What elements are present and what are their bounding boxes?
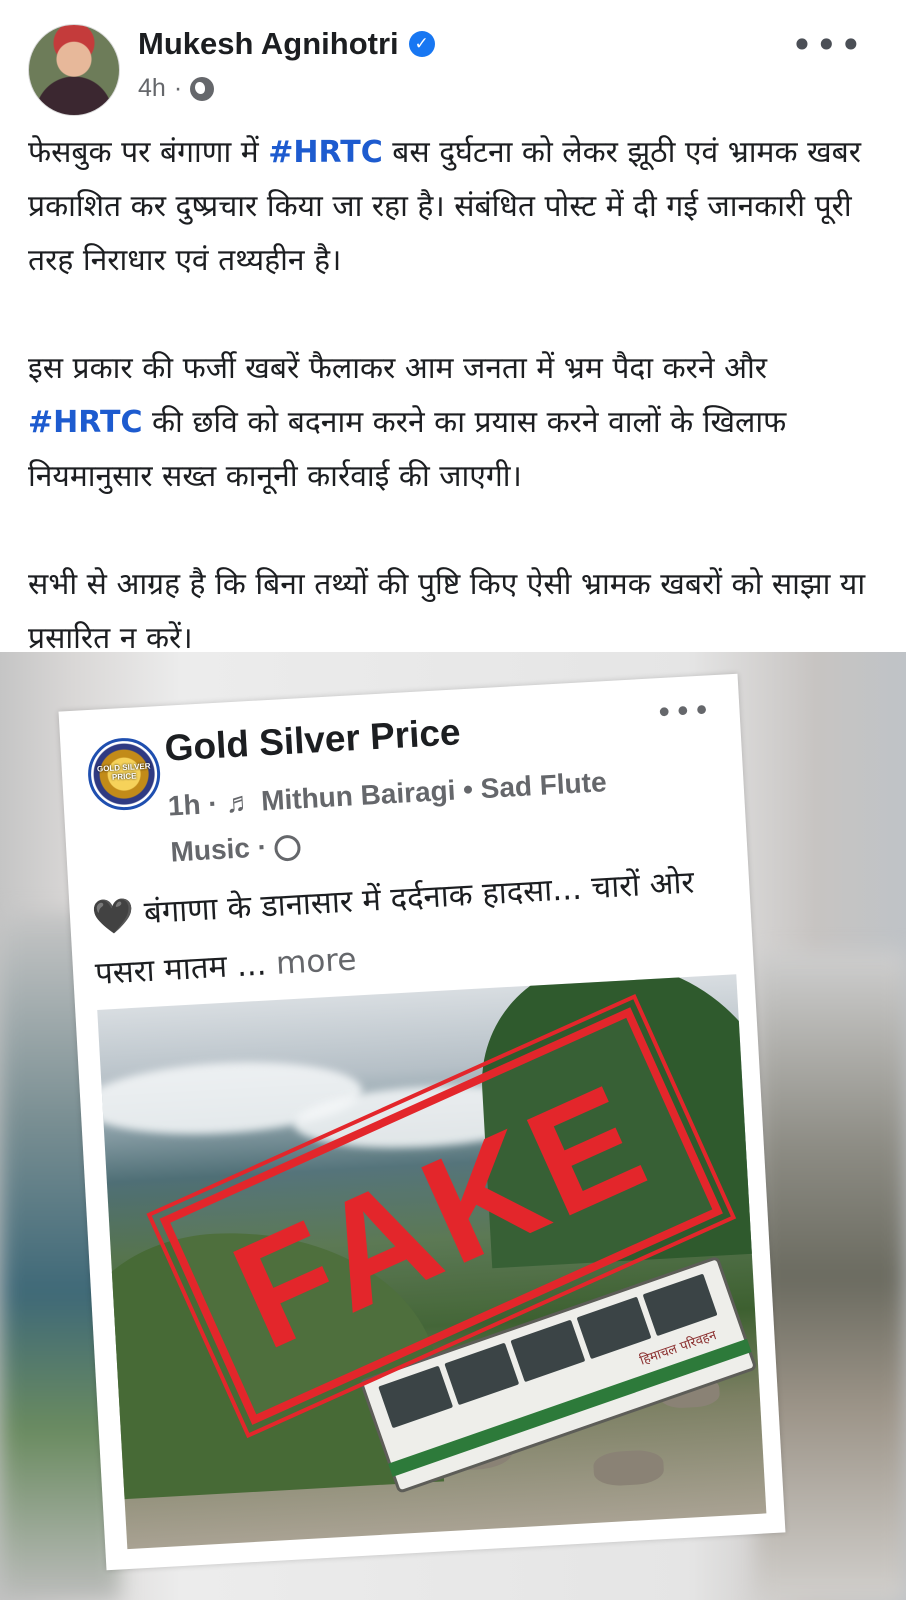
post-paragraph: इस प्रकार की फर्जी खबरें फैलाकर आम जनता … [28, 342, 878, 504]
shared-page-name: Gold Silver Price [163, 711, 462, 769]
post-text-segment: इस प्रकार की फर्जी खबरें फैलाकर आम जनता … [28, 351, 768, 386]
shared-post-text: 🖤 बंगाणा के डानासार में दर्दनाक हादसा...… [90, 854, 715, 1002]
post-text-segment: सभी से आग्रह है कि बिना तथ्यों की पुष्टि… [28, 567, 866, 656]
post-text-segment: की छवि को बदनाम करने का प्रयास करने वालो… [28, 405, 787, 494]
shared-post-screenshot: GOLD SILVER PRICE Gold Silver Price ••• … [58, 673, 786, 1571]
post-meta: 4h · [138, 74, 215, 103]
meta-separator: · [173, 74, 183, 102]
shared-post-time: 1h [167, 788, 202, 822]
shared-globe-icon [274, 833, 302, 862]
see-more-link: more [265, 940, 358, 982]
bus-accident-photo: हिमाचल परिवहन FAKE [97, 974, 767, 1550]
author-name[interactable]: Mukesh Agnihotri [138, 26, 399, 62]
gold-silver-price-logo: GOLD SILVER PRICE [86, 736, 163, 813]
shared-post-meta: 1h · ♬ Mithun Bairagi • Sad Flute Music … [167, 757, 641, 875]
hashtag-link[interactable]: #HRTC [268, 135, 382, 170]
post-text-segment: फेसबुक पर बंगाणा में [28, 135, 269, 170]
shared-more-icon: ••• [654, 693, 713, 732]
post-header: Mukesh Agnihotri ✓ 4h · ••• [0, 0, 906, 120]
post-image[interactable]: GOLD SILVER PRICE Gold Silver Price ••• … [0, 652, 906, 1600]
hashtag-link[interactable]: #HRTC [28, 405, 142, 440]
shared-caption: बंगाणा के डानासार में दर्दनाक हादसा... च… [94, 864, 695, 992]
black-heart-icon: 🖤 [90, 895, 136, 938]
public-globe-icon [190, 76, 215, 101]
post-paragraph: सभी से आग्रह है कि बिना तथ्यों की पुष्टि… [28, 558, 878, 666]
more-options-icon[interactable]: ••• [791, 26, 864, 64]
author-avatar[interactable] [28, 24, 120, 116]
post-paragraph: फेसबुक पर बंगाणा में #HRTC बस दुर्घटना क… [28, 126, 878, 288]
verified-badge-icon: ✓ [408, 31, 435, 57]
post-time[interactable]: 4h [138, 74, 166, 103]
author-row: Mukesh Agnihotri ✓ [138, 24, 435, 64]
logo-text: GOLD SILVER PRICE [96, 761, 151, 782]
post-text: फेसबुक पर बंगाणा में #HRTC बस दुर्घटना क… [28, 126, 878, 720]
rock [592, 1449, 665, 1487]
music-note-icon: · ♬ [207, 785, 255, 820]
